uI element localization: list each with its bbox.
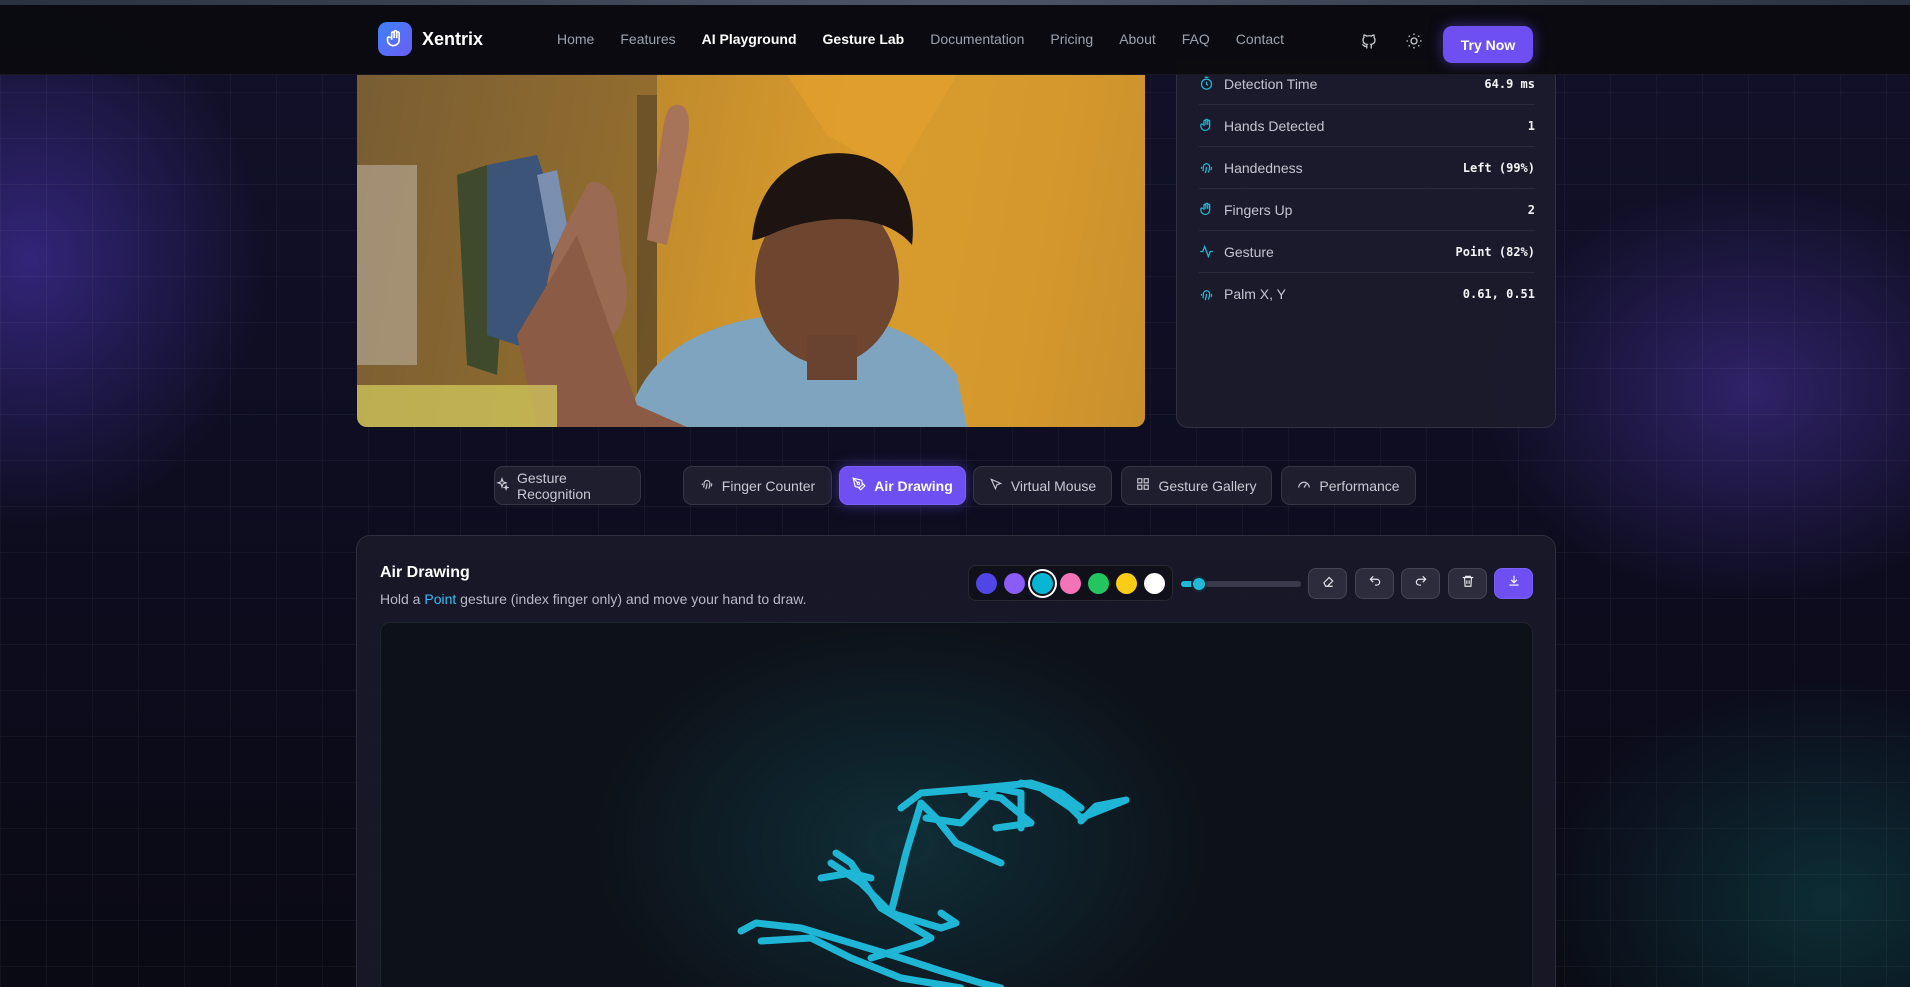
- eraser-button[interactable]: [1308, 568, 1347, 599]
- stat-label: Palm X, Y: [1224, 286, 1286, 302]
- subtitle-highlight: Point: [424, 591, 457, 607]
- download-icon: [1507, 574, 1521, 593]
- stroke-group: [737, 779, 1130, 987]
- stat-value: 2: [1527, 202, 1535, 217]
- pen-tool-icon: [852, 477, 866, 494]
- activity-icon: [1199, 244, 1215, 260]
- try-now-button[interactable]: Try Now: [1443, 26, 1533, 63]
- brush-size-slider[interactable]: [1181, 576, 1301, 592]
- stat-label: Handedness: [1224, 159, 1303, 176]
- drawn-stroke: [817, 869, 875, 882]
- trash-icon: [1461, 574, 1475, 593]
- panel-title: Air Drawing: [380, 564, 470, 581]
- nav-link-about[interactable]: About: [1119, 31, 1156, 47]
- stat-row-palm-position: Palm X, Y 0.61, 0.51: [1199, 273, 1535, 315]
- drawing-canvas[interactable]: [380, 622, 1533, 987]
- timer-icon: [1199, 76, 1215, 92]
- tab-label: Gesture Gallery: [1158, 477, 1257, 494]
- stat-row-fingers-up: Fingers Up 2: [1199, 189, 1535, 231]
- nav-link-contact[interactable]: Contact: [1236, 31, 1284, 47]
- stat-row-handedness: Handedness Left (99%): [1199, 147, 1535, 189]
- webcam-feed: [357, 75, 1145, 427]
- undo-button[interactable]: [1355, 568, 1394, 599]
- subtitle-text: Hold a: [380, 591, 425, 607]
- grid-icon: [1136, 477, 1150, 494]
- hand-icon: [1199, 118, 1215, 134]
- github-icon[interactable]: [1358, 30, 1380, 52]
- hand-stats-panel: Detection Time 64.9 ms Hands Detected 1 …: [1176, 60, 1556, 428]
- tab-air-drawing[interactable]: Air Drawing: [839, 466, 966, 505]
- nav-link-documentation[interactable]: Documentation: [930, 31, 1024, 47]
- hand-icon: [1199, 202, 1215, 218]
- color-swatch-indigo[interactable]: [976, 573, 997, 594]
- stat-value: 0.61, 0.51: [1462, 287, 1535, 301]
- tab-label: Finger Counter: [721, 477, 816, 494]
- stat-value: 1: [1527, 118, 1535, 133]
- color-swatch-white[interactable]: [1144, 573, 1165, 594]
- stat-value: Point (82%): [1455, 244, 1535, 259]
- stat-label: Hands Detected: [1224, 117, 1325, 134]
- color-swatch-yellow[interactable]: [1116, 573, 1137, 594]
- brand[interactable]: Xentrix: [378, 22, 483, 56]
- color-palette: [968, 565, 1173, 601]
- eraser-icon: [1321, 574, 1335, 593]
- sun-icon[interactable]: [1403, 30, 1425, 52]
- stat-value: Left (99%): [1462, 160, 1535, 175]
- nav-link-ai-playground[interactable]: AI Playground: [702, 31, 797, 47]
- webcam-scene: [357, 75, 1145, 427]
- tab-label: Virtual Mouse: [1010, 477, 1097, 494]
- air-drawing-panel: Air Drawing Hold a Point gesture (index …: [356, 535, 1556, 987]
- tab-gesture-gallery[interactable]: Gesture Gallery: [1121, 466, 1272, 505]
- tab-finger-counter[interactable]: Finger Counter: [683, 466, 832, 505]
- stat-value: 64.9 ms: [1484, 76, 1535, 91]
- tab-gesture-recognition[interactable]: Gesture Recognition: [494, 466, 641, 505]
- undo-icon: [1368, 574, 1382, 593]
- tab-label: Air Drawing: [874, 477, 953, 494]
- brush-size-thumb[interactable]: [1191, 576, 1207, 592]
- nav-link-home[interactable]: Home: [557, 31, 594, 47]
- color-swatch-violet[interactable]: [1004, 573, 1025, 594]
- brand-name: Xentrix: [422, 28, 484, 49]
- color-swatch-green[interactable]: [1088, 573, 1109, 594]
- redo-button[interactable]: [1401, 568, 1440, 599]
- gauge-icon: [1297, 477, 1311, 494]
- panel-subtitle: Hold a Point gesture (index finger only)…: [380, 591, 806, 607]
- clear-button[interactable]: [1448, 568, 1487, 599]
- nav-link-gesture-lab[interactable]: Gesture Lab: [823, 31, 905, 47]
- stat-row-hands-detected: Hands Detected 1: [1199, 105, 1535, 147]
- fingerprint-icon: [1199, 160, 1215, 176]
- tab-label: Performance: [1319, 477, 1400, 494]
- sparkles-icon: [495, 476, 510, 494]
- stat-row-gesture: Gesture Point (82%): [1199, 231, 1535, 273]
- nav-link-features[interactable]: Features: [620, 31, 675, 47]
- nav-link-pricing[interactable]: Pricing: [1050, 31, 1093, 47]
- redo-icon: [1414, 574, 1428, 593]
- hand-logo-icon: [378, 22, 412, 56]
- cursor-icon: [989, 477, 1003, 494]
- nav-link-faq[interactable]: FAQ: [1182, 31, 1210, 47]
- tab-label: Gesture Recognition: [517, 469, 591, 502]
- nav-links: Home Features AI Playground Gesture Lab …: [557, 31, 1284, 47]
- stat-label: Detection Time: [1224, 75, 1318, 92]
- subtitle-text: gesture (index finger only) and move you…: [456, 591, 807, 607]
- navbar: Xentrix Home Features AI Playground Gest…: [0, 5, 1910, 75]
- color-swatch-pink[interactable]: [1060, 573, 1081, 594]
- color-swatch-cyan[interactable]: [1032, 573, 1053, 594]
- tab-performance[interactable]: Performance: [1281, 466, 1416, 505]
- stat-label: Gesture: [1224, 243, 1274, 260]
- download-button[interactable]: [1494, 568, 1533, 599]
- fingerprint-icon: [1199, 286, 1215, 302]
- tab-virtual-mouse[interactable]: Virtual Mouse: [973, 466, 1112, 505]
- drawing-strokes: [737, 779, 1130, 987]
- fingerprint-icon: [700, 477, 714, 494]
- stat-label: Fingers Up: [1224, 201, 1293, 218]
